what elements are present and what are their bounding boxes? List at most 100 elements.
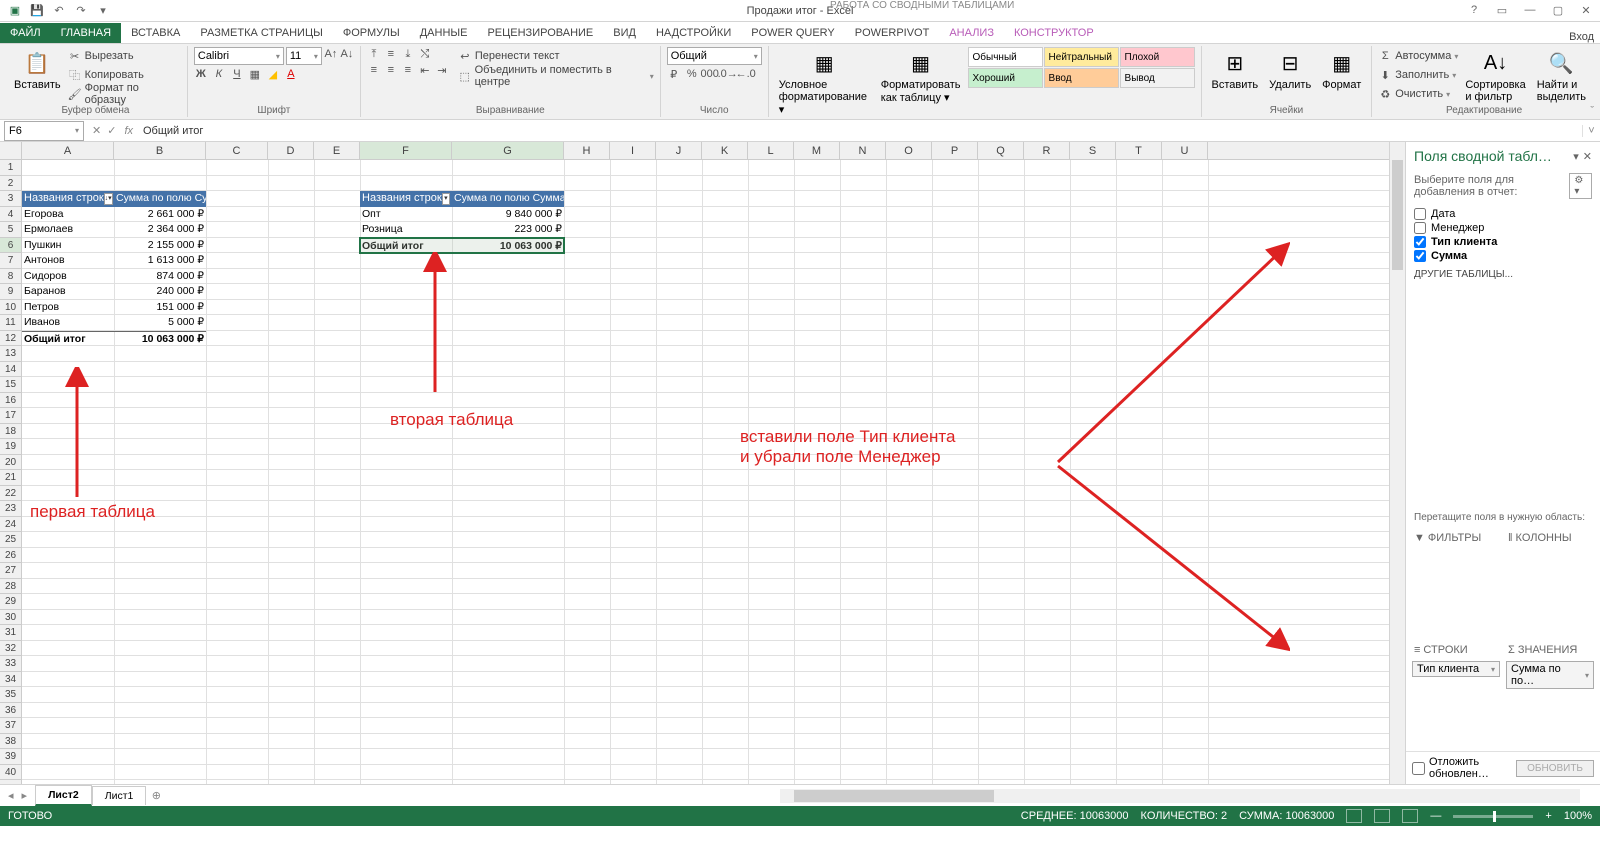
row-header[interactable]: 2 [0, 176, 21, 192]
align-left-icon[interactable]: ≡ [367, 63, 381, 77]
worksheet-grid[interactable]: ABCDEFGHIJKLMNOPQRSTU 123456789101112131… [0, 142, 1389, 784]
underline-icon[interactable]: Ч [230, 67, 244, 81]
save-icon[interactable]: 💾 [28, 2, 46, 20]
tab-design[interactable]: КОНСТРУКТОР [1004, 23, 1104, 43]
zoom-out-icon[interactable]: — [1430, 810, 1441, 822]
format-cells-button[interactable]: ▦Формат [1318, 47, 1365, 93]
pivot-header[interactable]: Названия строк▾ [360, 191, 452, 207]
align-center-icon[interactable]: ≡ [384, 63, 398, 77]
pane-options-button[interactable]: ⚙ ▾ [1569, 173, 1592, 199]
cell[interactable]: 2 155 000 ₽ [114, 238, 206, 254]
row-header[interactable]: 15 [0, 377, 21, 393]
tab-insert[interactable]: ВСТАВКА [121, 23, 190, 43]
col-header[interactable]: K [702, 142, 748, 159]
filter-icon[interactable]: ▾ [442, 193, 450, 205]
quad-columns[interactable] [1504, 547, 1596, 639]
view-layout-icon[interactable] [1374, 809, 1390, 823]
horizontal-scrollbar[interactable] [780, 789, 1580, 803]
vertical-scrollbar[interactable] [1389, 142, 1405, 784]
quad-values[interactable]: Сумма по по…▾ [1504, 659, 1596, 751]
autosum-button[interactable]: ΣАвтосумма▾ [1378, 47, 1458, 65]
row-header[interactable]: 29 [0, 594, 21, 610]
col-header[interactable]: D [268, 142, 314, 159]
row-header[interactable]: 12 [0, 331, 21, 347]
undo-icon[interactable]: ↶ [50, 2, 68, 20]
view-break-icon[interactable] [1402, 809, 1418, 823]
tab-home[interactable]: ГЛАВНАЯ [51, 23, 121, 43]
row-header[interactable]: 10 [0, 300, 21, 316]
format-painter-button[interactable]: 🖌Формат по образцу [68, 85, 181, 103]
row-header[interactable]: 7 [0, 253, 21, 269]
row-header[interactable]: 36 [0, 703, 21, 719]
cell[interactable]: 2 364 000 ₽ [114, 222, 206, 238]
row-header[interactable]: 5 [0, 222, 21, 238]
cell[interactable]: 2 661 000 ₽ [114, 207, 206, 223]
indent-inc-icon[interactable]: ⇥ [435, 63, 449, 77]
orientation-icon[interactable]: ⤭ [418, 47, 432, 61]
font-color-icon[interactable]: A [284, 67, 298, 81]
col-header[interactable]: C [206, 142, 268, 159]
col-header[interactable]: S [1070, 142, 1116, 159]
view-normal-icon[interactable] [1346, 809, 1362, 823]
dec-dec-icon[interactable]: ←.0 [739, 67, 753, 81]
field-checkbox[interactable] [1414, 208, 1426, 220]
pivot-header[interactable]: Сумма по полю Сумма [452, 191, 564, 207]
help-icon[interactable]: ? [1464, 4, 1484, 17]
align-top-icon[interactable]: ⤒ [367, 47, 381, 61]
cell[interactable]: Ермолаев [22, 222, 114, 238]
cut-button[interactable]: ✂Вырезать [68, 47, 181, 65]
row-header[interactable]: 32 [0, 641, 21, 657]
defer-checkbox[interactable] [1412, 762, 1425, 775]
align-right-icon[interactable]: ≡ [401, 63, 415, 77]
col-header[interactable]: U [1162, 142, 1208, 159]
tab-addins[interactable]: НАДСТРОЙКИ [646, 23, 741, 43]
cell[interactable]: 9 840 000 ₽ [452, 207, 564, 223]
row-header[interactable]: 8 [0, 269, 21, 285]
row-header[interactable]: 13 [0, 346, 21, 362]
row-header[interactable]: 35 [0, 687, 21, 703]
cell[interactable]: Антонов [22, 253, 114, 269]
row-header[interactable]: 30 [0, 610, 21, 626]
cell[interactable]: 240 000 ₽ [114, 284, 206, 300]
qat-more-icon[interactable]: ▾ [94, 2, 112, 20]
tab-analyze[interactable]: АНАЛИЗ [939, 23, 1004, 43]
increase-font-icon[interactable]: A↑ [324, 47, 338, 61]
number-format-select[interactable]: Общий▾ [667, 47, 762, 65]
row-header[interactable]: 31 [0, 625, 21, 641]
bold-icon[interactable]: Ж [194, 67, 208, 81]
row-header[interactable]: 6 [0, 238, 21, 254]
col-header[interactable]: O [886, 142, 932, 159]
ribbon-collapse-icon[interactable]: ˇ [1590, 105, 1594, 117]
cell[interactable]: Егорова [22, 207, 114, 223]
row-header[interactable]: 39 [0, 749, 21, 765]
cell[interactable]: Петров [22, 300, 114, 316]
row-header[interactable]: 33 [0, 656, 21, 672]
sheet-tab-1[interactable]: Лист2 [35, 785, 92, 806]
field-item[interactable]: Сумма [1414, 249, 1592, 263]
row-header[interactable]: 1 [0, 160, 21, 176]
row-header[interactable]: 24 [0, 517, 21, 533]
cell[interactable]: 5 000 ₽ [114, 315, 206, 331]
col-header[interactable]: T [1116, 142, 1162, 159]
accept-formula-icon[interactable]: ✓ [107, 124, 116, 137]
col-header[interactable]: I [610, 142, 656, 159]
format-table-button[interactable]: ▦Форматироватькак таблицу ▾ [877, 47, 965, 106]
wrap-text-button[interactable]: ↩Перенести текст [458, 47, 654, 65]
tab-data[interactable]: ДАННЫЕ [410, 23, 478, 43]
field-item[interactable]: Тип клиента [1414, 235, 1592, 249]
zoom-in-icon[interactable]: + [1545, 810, 1551, 822]
row-header[interactable]: 22 [0, 486, 21, 502]
row-header[interactable]: 17 [0, 408, 21, 424]
row-header[interactable]: 9 [0, 284, 21, 300]
pivot-header[interactable]: Названия строк↓▾ [22, 191, 114, 207]
font-select[interactable]: Calibri▾ [194, 47, 284, 65]
pane-dropdown-icon[interactable]: ▾ [1573, 150, 1579, 163]
field-item[interactable]: Дата [1414, 207, 1592, 221]
field-checkbox[interactable] [1414, 222, 1426, 234]
align-bot-icon[interactable]: ⤓ [401, 47, 415, 61]
filter-icon[interactable]: ↓▾ [104, 193, 113, 205]
formula-bar[interactable]: Общий итог [137, 125, 1582, 137]
cell[interactable]: Баранов [22, 284, 114, 300]
tab-file[interactable]: ФАЙЛ [0, 23, 51, 43]
row-header[interactable]: 19 [0, 439, 21, 455]
